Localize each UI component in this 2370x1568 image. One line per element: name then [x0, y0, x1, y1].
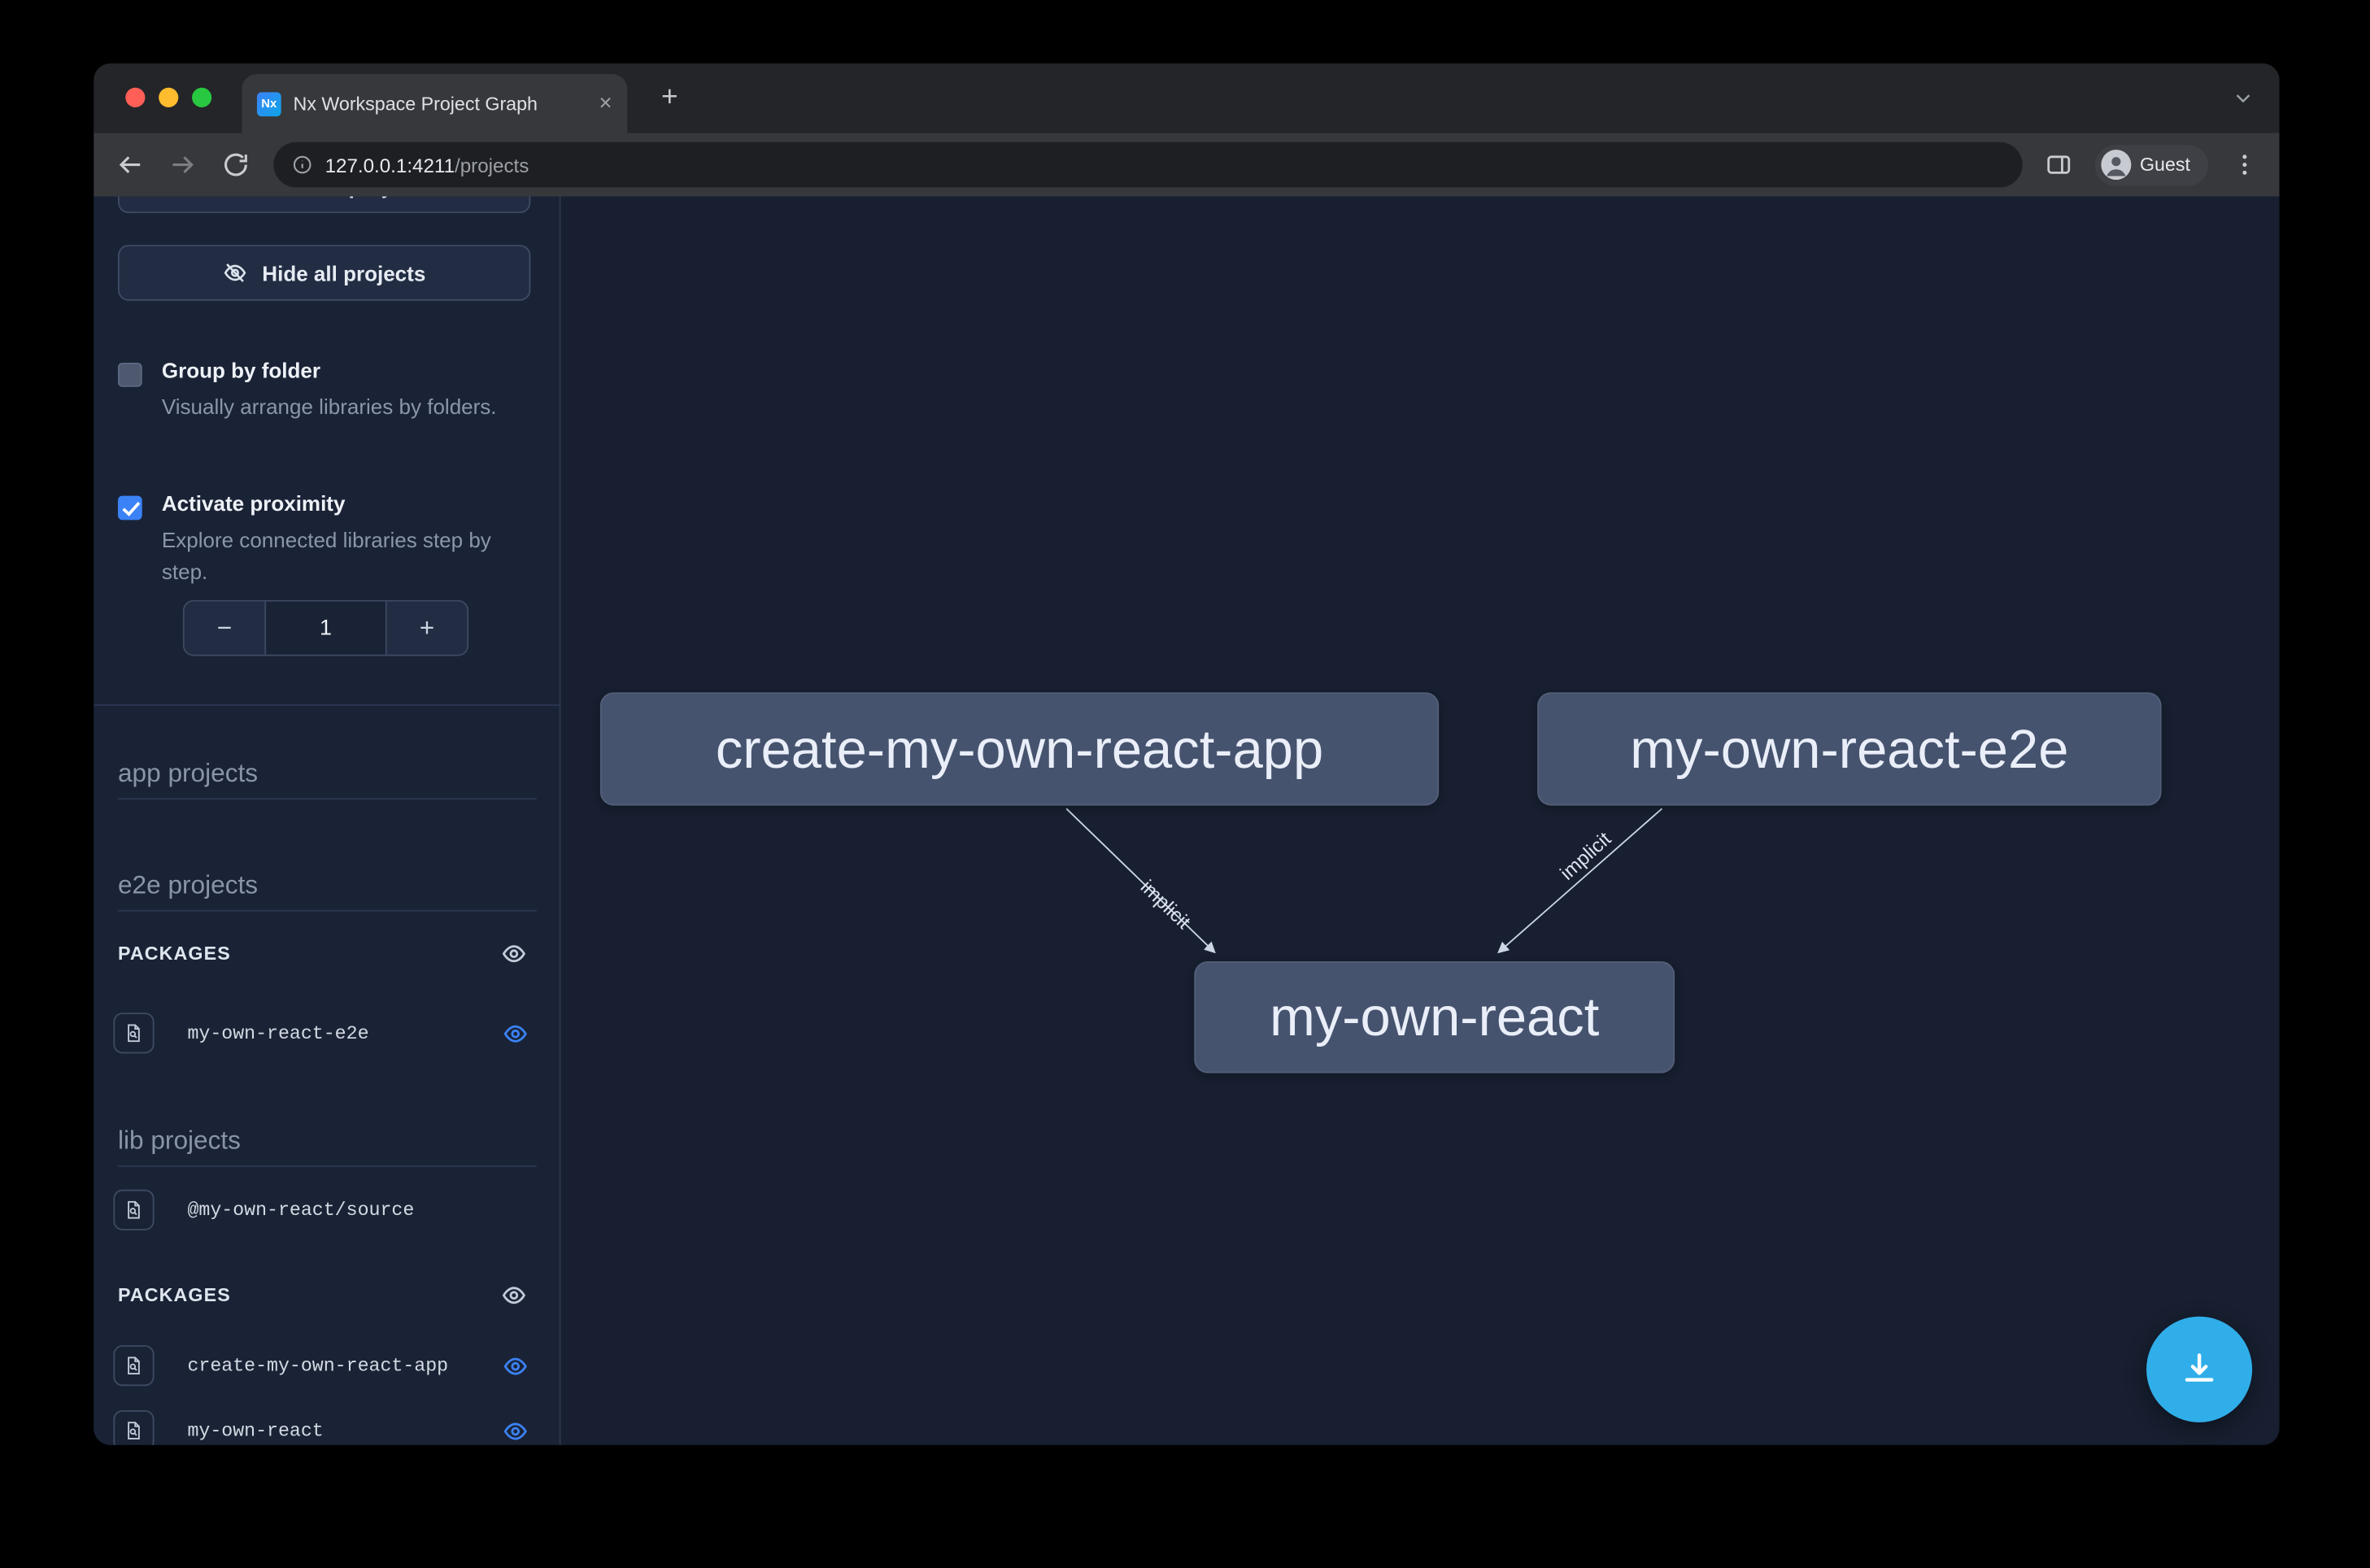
edge-label-implicit: implicit — [1136, 876, 1195, 934]
focus-project-eye-icon[interactable] — [502, 1020, 529, 1047]
activate-proximity-description: Explore connected libraries step by step… — [162, 525, 542, 588]
project-name: @my-own-react/source — [187, 1200, 414, 1222]
packages-heading-e2e: PACKAGES — [118, 943, 231, 965]
lib-projects-heading: lib projects — [118, 1126, 537, 1167]
hide-all-projects-button[interactable]: Hide all projects — [118, 245, 530, 301]
close-window-button[interactable] — [125, 88, 145, 107]
group-by-folder-checkbox[interactable] — [118, 363, 142, 387]
url-host: 127.0.0.1:4211 — [325, 154, 455, 176]
browser-menu-icon[interactable] — [2231, 151, 2258, 178]
edge-implicit — [1499, 808, 1662, 952]
focus-project-eye-icon[interactable] — [502, 1352, 529, 1379]
app-projects-heading: app projects — [118, 759, 537, 799]
project-name: my-own-react — [187, 1421, 323, 1442]
activate-proximity-label: Activate proximity — [162, 491, 346, 516]
side-panel-icon[interactable] — [2045, 151, 2072, 178]
address-bar[interactable]: 127.0.0.1:4211/projects — [273, 142, 2022, 188]
project-row[interactable]: my-own-react-e2e — [113, 1013, 541, 1055]
reload-button[interactable] — [220, 150, 251, 180]
download-icon — [2176, 1347, 2222, 1392]
packages-heading-lib: PACKAGES — [118, 1285, 231, 1306]
maximize-window-button[interactable] — [192, 88, 211, 107]
tab-search-chevron-icon[interactable] — [2231, 86, 2255, 111]
graph-node[interactable]: my-own-react — [1194, 961, 1675, 1074]
tab-title: Nx Workspace Project Graph — [294, 93, 587, 114]
toggle-packages-visibility-icon[interactable] — [500, 940, 527, 967]
url-text: 127.0.0.1:4211/projects — [325, 154, 529, 176]
group-by-folder-description: Visually arrange libraries by folders. — [162, 391, 542, 423]
eye-icon — [217, 197, 243, 198]
project-file-icon — [113, 1410, 154, 1445]
tab-close-icon[interactable]: × — [599, 92, 612, 115]
group-by-folder-label: Group by folder — [162, 358, 320, 382]
graph-node[interactable]: my-own-react-e2e — [1537, 692, 2162, 805]
url-path: /projects — [455, 154, 529, 176]
back-button[interactable] — [115, 150, 145, 180]
project-row[interactable]: my-own-react — [113, 1410, 541, 1445]
tab-strip: Nx Nx Workspace Project Graph × + — [94, 63, 2279, 133]
toggle-packages-visibility-icon[interactable] — [500, 1282, 527, 1309]
profile-label: Guest — [2140, 155, 2190, 176]
project-row[interactable]: create-my-own-react-app — [113, 1345, 541, 1387]
project-graph-canvas[interactable]: implicit implicit create-my-own-react-ap… — [561, 197, 2280, 1445]
show-all-projects-label: Show all projects — [257, 197, 431, 198]
proximity-increment-button[interactable]: + — [387, 602, 468, 655]
edge-implicit — [1066, 808, 1214, 952]
window-controls — [125, 88, 211, 107]
page-content: Show all projects Hide all projects Grou… — [94, 197, 2279, 1445]
graph-node[interactable]: create-my-own-react-app — [600, 692, 1439, 805]
project-file-icon — [113, 1190, 154, 1230]
focus-project-eye-icon[interactable] — [502, 1418, 529, 1444]
browser-toolbar: 127.0.0.1:4211/projects Guest — [94, 133, 2279, 197]
project-file-icon — [113, 1013, 154, 1053]
page-info-icon[interactable] — [292, 155, 313, 176]
project-name: my-own-react-e2e — [187, 1023, 368, 1044]
proximity-decrement-button[interactable]: − — [185, 602, 265, 655]
profile-button[interactable]: Guest — [2094, 144, 2208, 185]
divider — [94, 704, 560, 706]
activate-proximity-checkbox[interactable] — [118, 496, 142, 520]
minimize-window-button[interactable] — [159, 88, 178, 107]
sidebar: Show all projects Hide all projects Grou… — [94, 197, 560, 1445]
graph-node-label: my-own-react — [1270, 986, 1599, 1049]
new-tab-button[interactable]: + — [650, 79, 689, 118]
desktop: Nx Nx Workspace Project Graph × + — [0, 0, 2370, 1567]
project-name: create-my-own-react-app — [187, 1356, 448, 1377]
proximity-value: 1 — [264, 602, 387, 655]
browser-window: Nx Nx Workspace Project Graph × + — [94, 63, 2279, 1445]
hide-all-projects-label: Hide all projects — [262, 261, 425, 285]
forward-button[interactable] — [168, 150, 198, 180]
graph-node-label: create-my-own-react-app — [716, 717, 1323, 781]
graph-edges: implicit implicit — [561, 197, 2280, 1445]
project-file-icon — [113, 1345, 154, 1386]
show-all-projects-button[interactable]: Show all projects — [118, 197, 530, 213]
e2e-projects-heading: e2e projects — [118, 870, 537, 911]
project-row[interactable]: @my-own-react/source — [113, 1190, 541, 1232]
download-graph-button[interactable] — [2146, 1317, 2252, 1422]
avatar-icon — [2101, 150, 2131, 180]
proximity-stepper: − 1 + — [183, 600, 468, 656]
nx-logo-icon: Nx — [257, 91, 281, 115]
browser-tab[interactable]: Nx Nx Workspace Project Graph × — [242, 74, 627, 133]
graph-node-label: my-own-react-e2e — [1630, 717, 2068, 781]
eye-slash-icon — [223, 260, 249, 286]
